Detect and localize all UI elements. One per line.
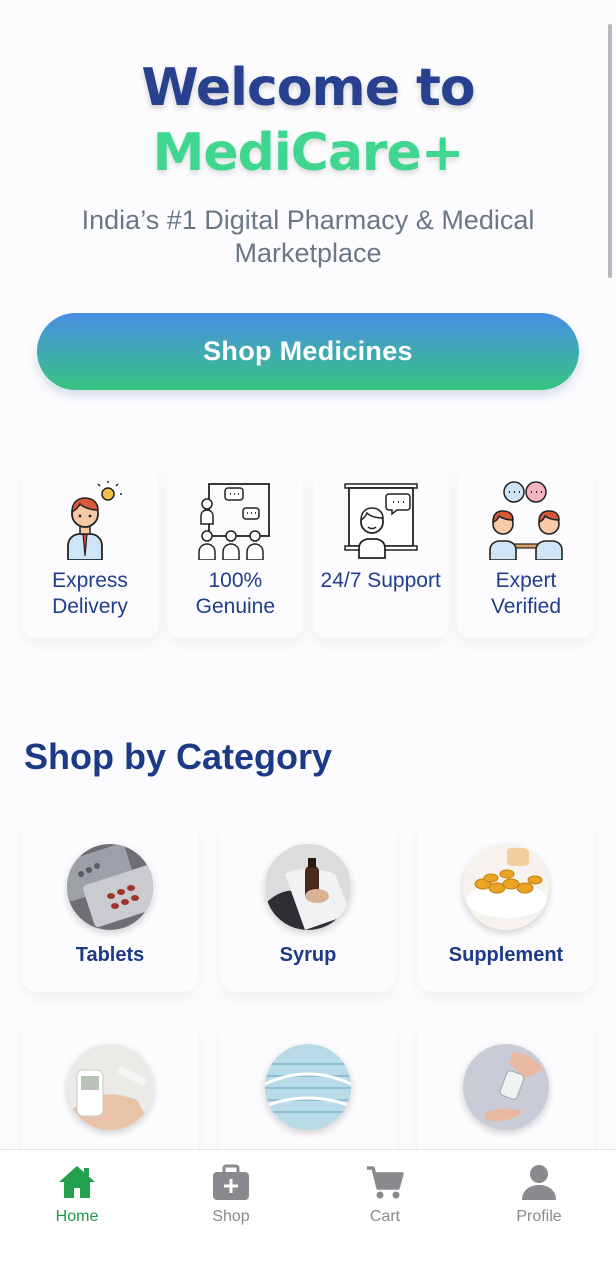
category-card-supplement[interactable]: Supplement	[418, 820, 594, 992]
feature-support: 24/7 Support	[312, 466, 449, 638]
presentation-group-icon	[198, 483, 271, 560]
feature-express-delivery: Express Delivery	[22, 466, 158, 638]
support-screen-icon	[343, 483, 418, 559]
hero-title: Welcome to	[141, 58, 475, 118]
sanitizer-photo	[463, 1044, 549, 1130]
face-mask-photo	[265, 1044, 351, 1130]
feature-label: Express Delivery	[52, 569, 128, 618]
nav-label: Shop	[212, 1208, 250, 1225]
syrup-photo	[265, 844, 351, 930]
category-card-tablets[interactable]: Tablets	[22, 820, 198, 992]
category-label: Syrup	[279, 944, 337, 966]
bottom-nav: Home Shop Cart Profile	[0, 1149, 616, 1280]
user-icon	[522, 1165, 556, 1200]
nav-shop[interactable]: Shop	[154, 1150, 308, 1280]
shop-medicines-button[interactable]: Shop Medicines	[37, 313, 579, 390]
medical-bag-icon	[213, 1164, 249, 1200]
glucometer-photo	[67, 1044, 153, 1130]
category-row: Tablets Syrup Supplement	[22, 820, 594, 992]
category-label: Supplement	[448, 944, 564, 966]
brand-name: MediCare+	[152, 123, 465, 183]
cart-icon	[367, 1166, 404, 1199]
nav-label: Cart	[369, 1208, 401, 1225]
hero-subtitle: India’s #1 Digital Pharmacy & Medical Ma…	[81, 205, 535, 268]
nav-profile[interactable]: Profile	[462, 1150, 616, 1280]
delivery-person-icon	[67, 481, 122, 560]
feature-expert-verified: Expert Verified	[457, 466, 594, 638]
hero-section: Welcome to MediCare+ India’s #1 Digital …	[0, 56, 616, 270]
nav-label: Profile	[516, 1208, 562, 1225]
nav-cart[interactable]: Cart	[308, 1150, 462, 1280]
category-card-syrup[interactable]: Syrup	[220, 820, 396, 992]
feature-genuine: 100% Genuine	[167, 466, 304, 638]
nav-home[interactable]: Home	[0, 1150, 154, 1280]
screen: Welcome to MediCare+ India’s #1 Digital …	[0, 0, 616, 1280]
feature-label: 24/7 Support	[320, 569, 441, 592]
category-section-title: Shop by Category	[24, 736, 333, 777]
feature-label: Expert Verified	[490, 569, 561, 618]
category-label: Tablets	[75, 944, 145, 966]
features-row: Express Delivery 100% Genuine 24/7 Suppo…	[22, 466, 594, 638]
supplement-photo	[463, 844, 549, 930]
home-icon	[59, 1166, 95, 1198]
nav-label: Home	[55, 1208, 99, 1225]
experts-chat-icon	[489, 481, 563, 560]
feature-label: 100% Genuine	[195, 569, 276, 618]
tablets-photo	[67, 844, 153, 930]
